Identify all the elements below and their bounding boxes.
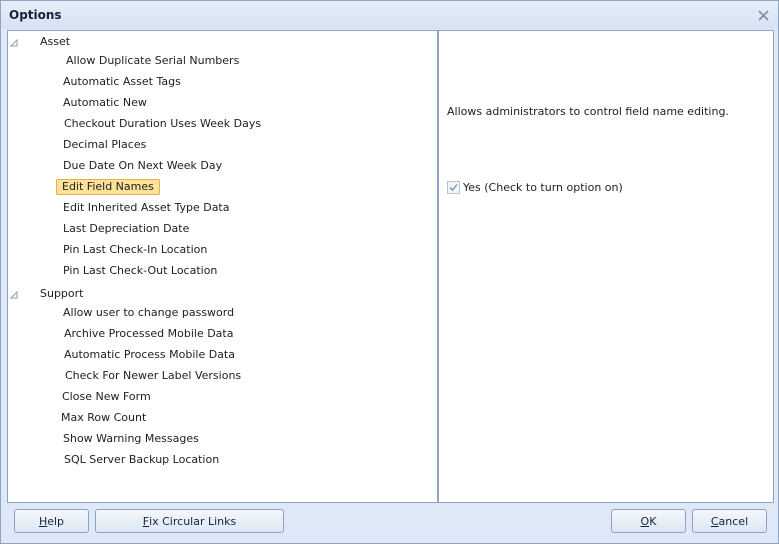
- tree-item[interactable]: Due Date On Next Week Day: [58, 158, 227, 174]
- tree-item[interactable]: Allow Duplicate Serial Numbers: [61, 53, 244, 69]
- tree-group-label: Asset: [40, 34, 71, 48]
- checkbox[interactable]: [447, 181, 460, 194]
- tree-item[interactable]: Pin Last Check-Out Location: [58, 263, 222, 279]
- options-tree: Asset Allow Duplicate Serial Numbers Aut…: [7, 30, 438, 503]
- fix-circular-links-button[interactable]: Fix Circular Links: [95, 509, 284, 533]
- cancel-label: ancel: [718, 514, 749, 528]
- title-bar: Options: [1, 1, 778, 29]
- tree-item[interactable]: Allow user to change password: [58, 305, 239, 321]
- tree-group-asset[interactable]: Asset: [8, 32, 428, 50]
- collapse-icon[interactable]: [9, 37, 18, 47]
- options-dialog: Options Asset Allow Duplicate Serial Num…: [0, 0, 779, 544]
- tree-item[interactable]: Pin Last Check-In Location: [58, 242, 212, 258]
- fix-label: ix Circular Links: [149, 514, 237, 528]
- tree-item[interactable]: Last Depreciation Date: [58, 221, 194, 237]
- button-bar: Help Fix Circular Links OK Cancel: [7, 504, 774, 542]
- tree-item-selected[interactable]: Edit Field Names: [56, 179, 160, 195]
- ok-mnemonic: O: [640, 514, 650, 528]
- help-button[interactable]: Help: [14, 509, 89, 533]
- tree-item[interactable]: Checkout Duration Uses Week Days: [59, 116, 266, 132]
- option-description: Allows administrators to control field n…: [447, 105, 729, 118]
- tree-item[interactable]: Close New Form: [57, 389, 156, 405]
- tree-item[interactable]: Edit Inherited Asset Type Data: [58, 200, 234, 216]
- tree-group-support[interactable]: Support: [8, 284, 428, 302]
- tree-item[interactable]: Max Row Count: [56, 410, 151, 426]
- tree-item[interactable]: Show Warning Messages: [58, 431, 204, 447]
- cancel-mnemonic: C: [710, 514, 719, 528]
- collapse-icon[interactable]: [9, 289, 18, 299]
- close-icon[interactable]: [757, 9, 770, 22]
- tree-group-label: Support: [40, 286, 84, 300]
- ok-label: K: [649, 514, 657, 528]
- cancel-button[interactable]: Cancel: [692, 509, 767, 533]
- tree-item[interactable]: Check For Newer Label Versions: [60, 368, 246, 384]
- option-detail-panel: Allows administrators to control field n…: [438, 30, 774, 503]
- tree-item[interactable]: Archive Processed Mobile Data: [59, 326, 238, 342]
- tree-item[interactable]: Automatic Process Mobile Data: [59, 347, 240, 363]
- tree-item[interactable]: Automatic Asset Tags: [58, 74, 186, 90]
- help-mnemonic: H: [38, 514, 48, 528]
- tree-item[interactable]: Decimal Places: [58, 137, 151, 153]
- checkbox-label: Yes (Check to turn option on): [463, 181, 623, 194]
- ok-button[interactable]: OK: [611, 509, 686, 533]
- tree-item[interactable]: Automatic New: [58, 95, 152, 111]
- option-toggle[interactable]: Yes (Check to turn option on): [447, 181, 623, 194]
- help-label: elp: [47, 514, 65, 528]
- tree-item[interactable]: SQL Server Backup Location: [59, 452, 224, 468]
- dialog-title: Options: [9, 8, 62, 22]
- checkmark-icon: [449, 183, 458, 192]
